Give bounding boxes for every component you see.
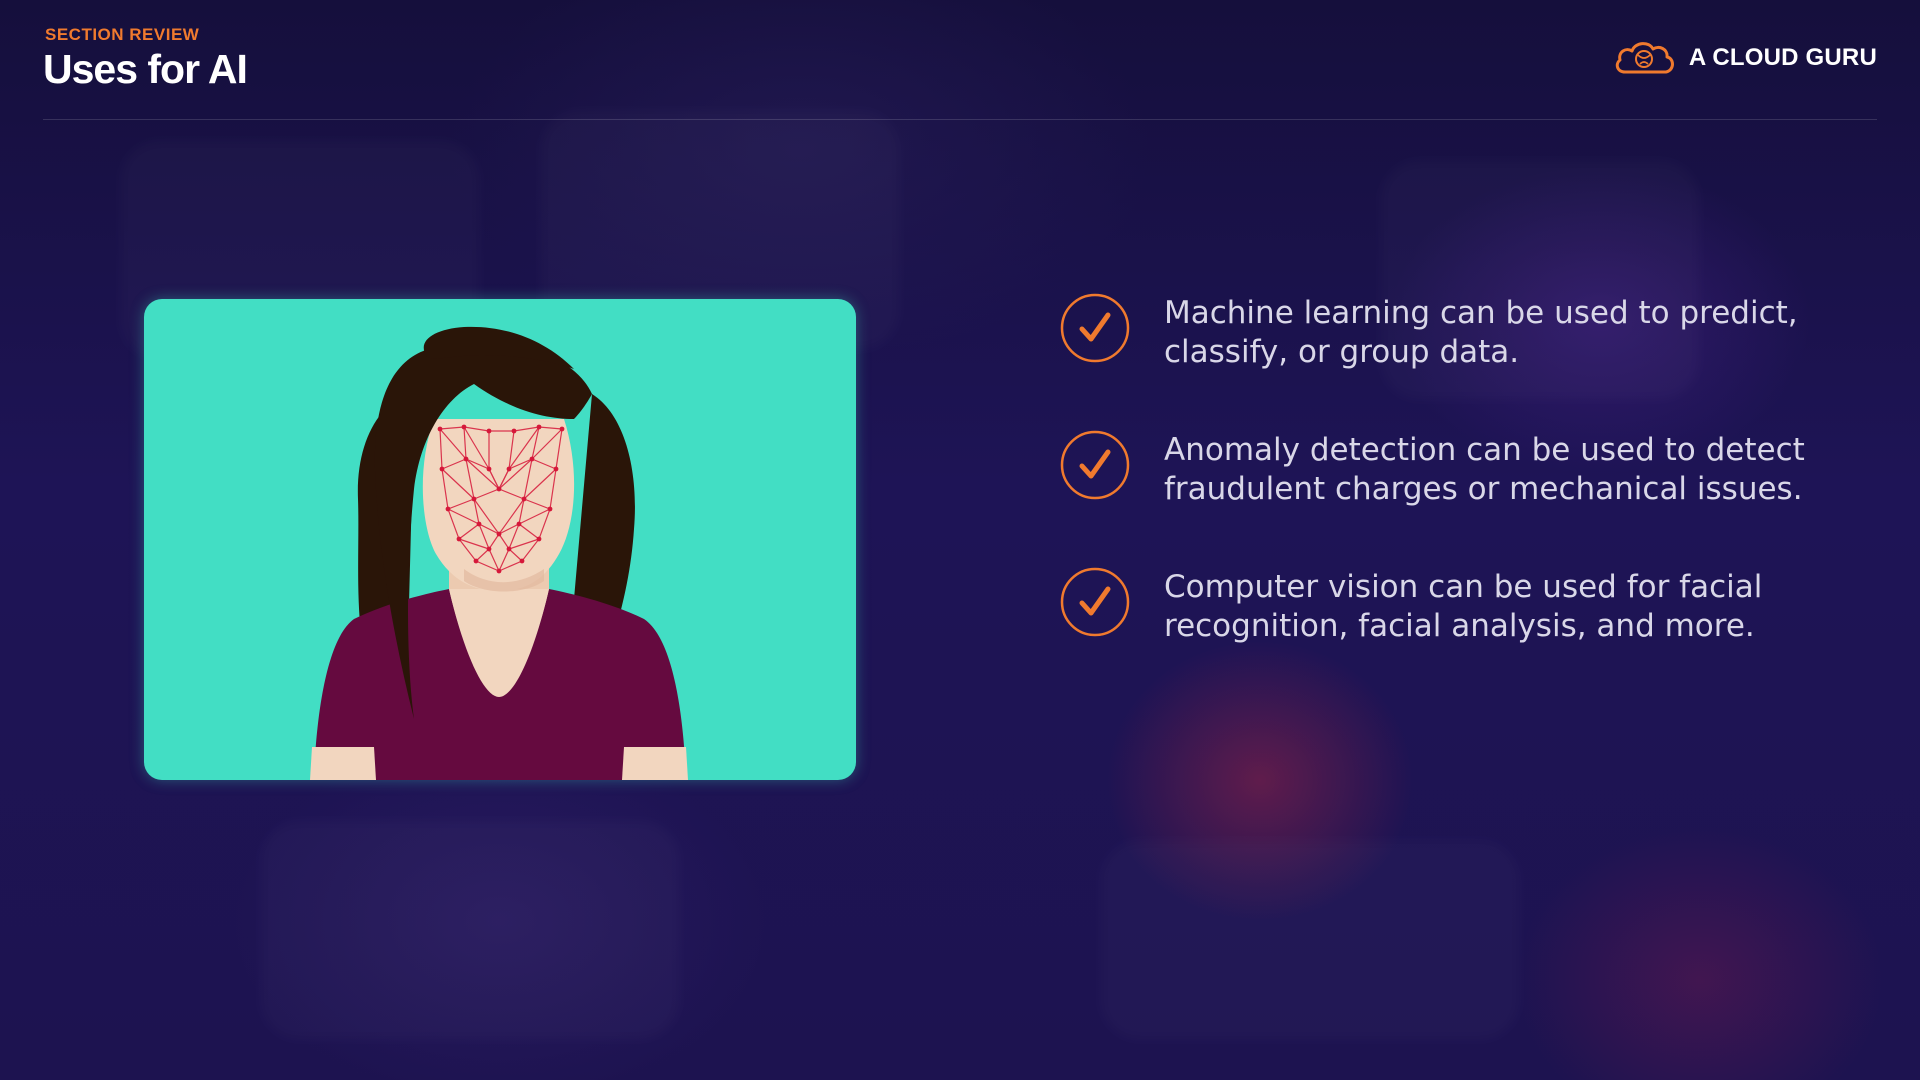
bullet-line: Computer vision can be used for facial [1164,569,1763,605]
bullet-line: fraudulent charges or mechanical issues. [1164,471,1803,507]
woman-face-mesh-illustration [310,326,688,780]
page-title: Uses for AI [43,46,248,92]
bullet-text: Computer vision can be used for facial r… [1164,568,1854,646]
list-item: Machine learning can be used to predict,… [1060,293,1854,372]
cloud-logo-icon [1615,42,1674,74]
list-item: Computer vision can be used for facial r… [1060,567,1854,646]
bullet-line: recognition, facial analysis, and more. [1164,608,1755,644]
bullet-line: classify, or group data. [1164,334,1520,370]
header-divider [43,119,1877,120]
list-item: Anomaly detection can be used to detect … [1060,430,1854,509]
bullet-line: Anomaly detection can be used to detect [1164,432,1805,468]
brand-name: A CLOUD GURU [1688,44,1877,71]
bullet-text: Machine learning can be used to predict,… [1164,294,1854,372]
check-circle-icon [1060,430,1130,500]
brand-logo: A CLOUD GURU [1613,38,1877,78]
background-blur-shape [260,820,680,1040]
section-kicker: SECTION REVIEW [45,25,200,44]
check-circle-icon [1060,567,1130,637]
bullet-text: Anomaly detection can be used to detect … [1164,431,1854,509]
check-circle-icon [1060,293,1130,363]
bullet-line: Machine learning can be used to predict, [1164,295,1798,331]
background-blur-shape [1100,840,1520,1040]
facial-recognition-illustration [144,299,856,780]
